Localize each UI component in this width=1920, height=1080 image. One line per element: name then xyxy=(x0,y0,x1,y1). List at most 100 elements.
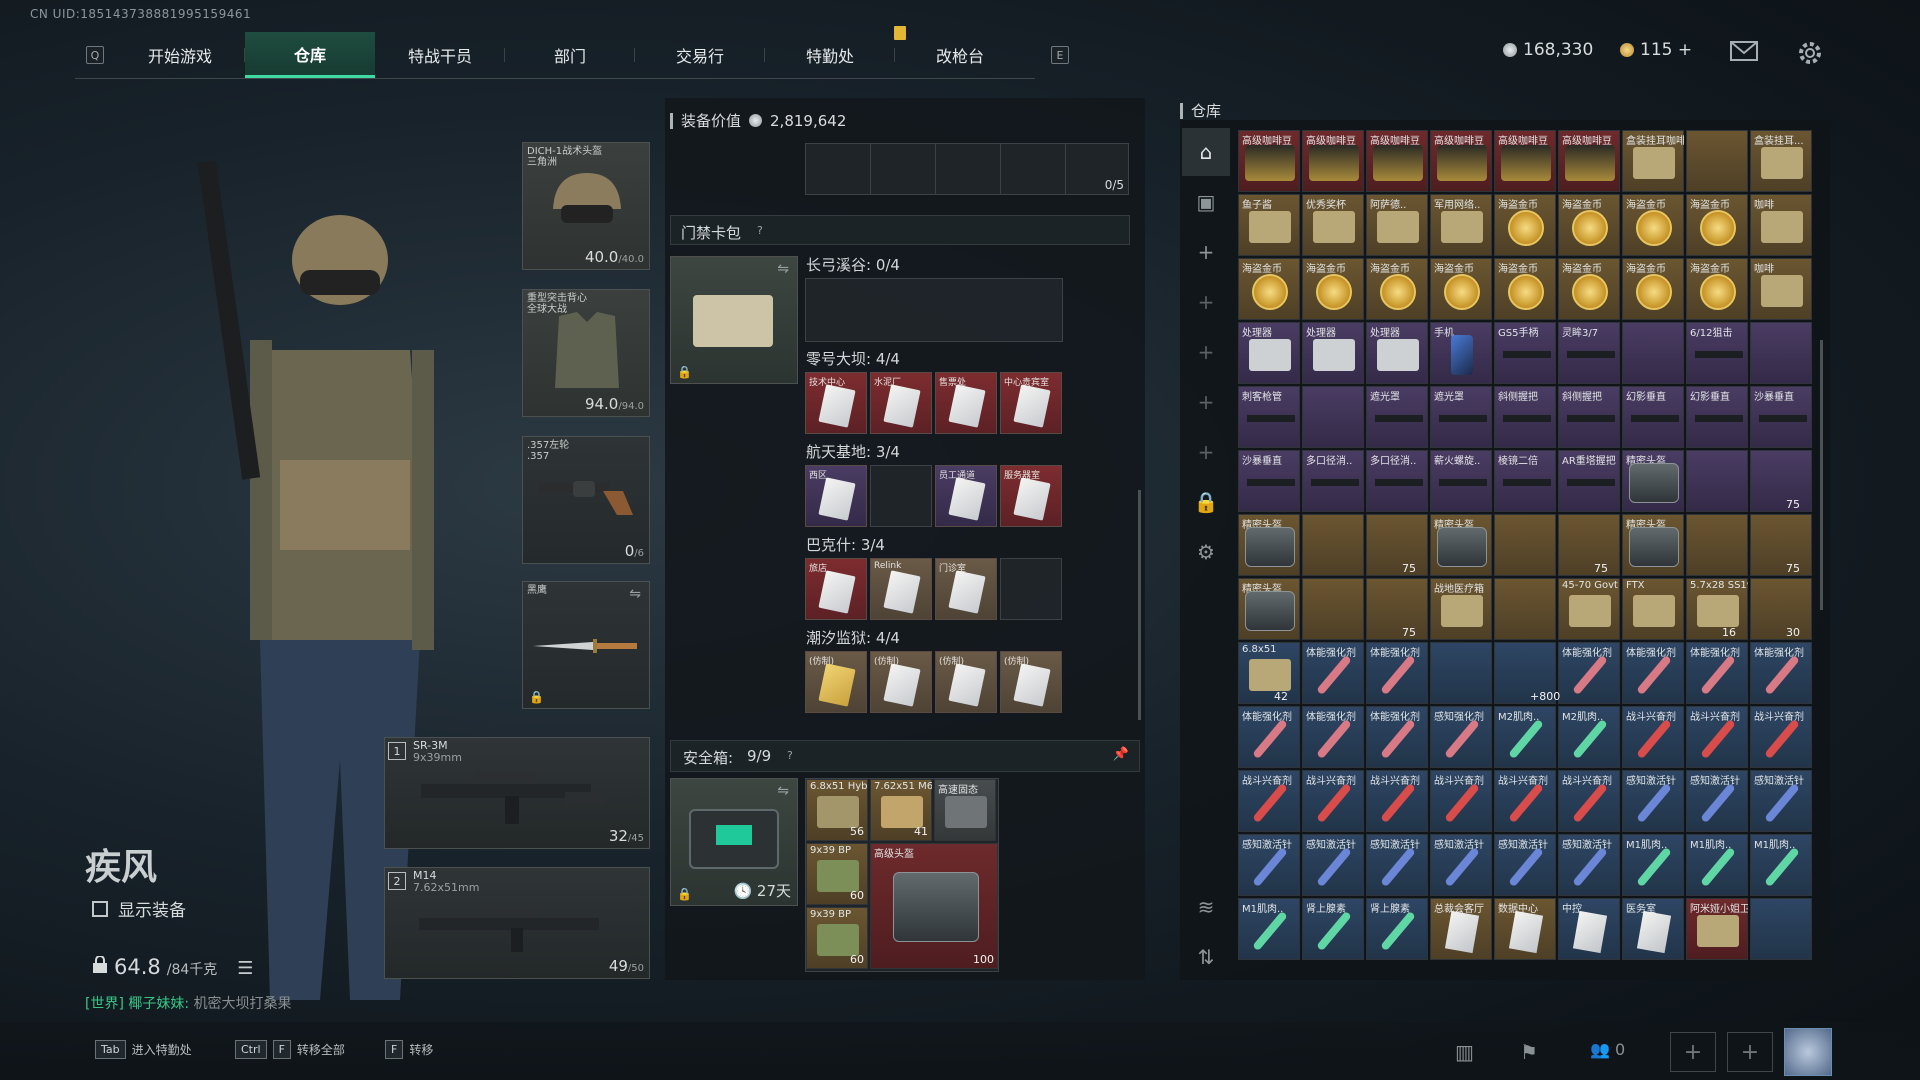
warehouse-item[interactable]: M1肌肉.. xyxy=(1622,834,1684,896)
warehouse-item[interactable] xyxy=(1494,514,1556,576)
mid-scrollbar[interactable] xyxy=(1138,490,1141,720)
warehouse-item[interactable] xyxy=(1750,322,1812,384)
warehouse-item[interactable] xyxy=(1302,578,1364,640)
warehouse-item[interactable]: 优秀奖杯 xyxy=(1302,194,1364,256)
warehouse-item[interactable]: 盒装挂耳咖啡 xyxy=(1622,130,1684,192)
warehouse-item[interactable]: 感知激活针 xyxy=(1366,834,1428,896)
warehouse-item[interactable]: 感知激活针 xyxy=(1622,770,1684,832)
warehouse-item[interactable]: 感知激活针 xyxy=(1302,834,1364,896)
tab-market[interactable]: 交易行 xyxy=(635,32,765,78)
warehouse-item[interactable] xyxy=(1366,514,1428,576)
warehouse-item[interactable] xyxy=(1302,514,1364,576)
warehouse-item[interactable]: 精密头盔 xyxy=(1430,514,1492,576)
warehouse-item[interactable]: 咖啡 xyxy=(1750,258,1812,320)
warehouse-item[interactable] xyxy=(1622,322,1684,384)
warehouse-item[interactable] xyxy=(1366,578,1428,640)
armor-slot[interactable]: 重型突击背心 全球大战 94.0/94.0 xyxy=(522,289,650,417)
pouch-grid[interactable]: 0/5 xyxy=(805,143,1129,195)
warehouse-item[interactable]: 精密头盔 xyxy=(1622,514,1684,576)
warehouse-item[interactable]: 战地医疗箱 xyxy=(1430,578,1492,640)
show-equip-toggle[interactable]: 显示装备 xyxy=(92,896,186,921)
empty-card-slot[interactable] xyxy=(870,465,932,527)
help-icon[interactable]: ? xyxy=(757,224,763,237)
add-page-icon[interactable]: + xyxy=(1182,428,1230,476)
add-page-icon[interactable]: + xyxy=(1182,228,1230,276)
add-page-icon[interactable]: + xyxy=(1182,278,1230,326)
warehouse-item[interactable]: 体能强化剂 xyxy=(1302,706,1364,768)
warehouse-item[interactable]: 军用网络.. xyxy=(1430,194,1492,256)
tab-special-ops[interactable]: 特勤处 xyxy=(765,32,895,78)
tab-start-game[interactable]: 开始游戏 xyxy=(115,32,245,78)
warehouse-item[interactable]: 多口径消.. xyxy=(1302,450,1364,512)
warehouse-item[interactable]: 遮光罩 xyxy=(1366,386,1428,448)
tab-department[interactable]: 部门 xyxy=(505,32,635,78)
warehouse-item[interactable]: 战斗兴奋剂 xyxy=(1558,770,1620,832)
warehouse-item[interactable]: 高级咖啡豆 xyxy=(1558,130,1620,192)
warehouse-item[interactable]: 处理器 xyxy=(1302,322,1364,384)
warehouse-item[interactable]: 海盗金币 xyxy=(1558,194,1620,256)
sort-icon[interactable]: ⇅ xyxy=(1182,933,1230,981)
add-page-icon[interactable]: + xyxy=(1182,378,1230,426)
warehouse-item[interactable]: 体能强化剂 xyxy=(1750,642,1812,704)
warehouse-item[interactable]: 中控 xyxy=(1558,898,1620,960)
warehouse-item[interactable]: 战斗兴奋剂 xyxy=(1750,706,1812,768)
warehouse-item[interactable]: 高级咖啡豆 xyxy=(1302,130,1364,192)
help-icon[interactable]: ? xyxy=(787,749,793,762)
hint-special-ops[interactable]: Tab 进入特勤处 xyxy=(95,1040,192,1059)
warehouse-item[interactable]: 灵眸3/7 xyxy=(1558,322,1620,384)
warehouse-item[interactable]: 体能强化剂 xyxy=(1686,642,1748,704)
backpack-icon[interactable]: ▣ xyxy=(1182,178,1230,226)
warehouse-item[interactable]: 6.8x51 xyxy=(1238,642,1300,704)
warehouse-item[interactable]: 总裁会客厅 xyxy=(1430,898,1492,960)
mail-icon[interactable] xyxy=(1730,40,1758,62)
swap-icon[interactable]: ⇋ xyxy=(777,261,789,277)
warehouse-item[interactable]: 处理器 xyxy=(1366,322,1428,384)
friends-icon[interactable]: 👥 0 xyxy=(1590,1040,1625,1059)
warehouse-item[interactable]: 海盗金币 xyxy=(1366,258,1428,320)
warehouse-item[interactable]: 沙暴垂直 xyxy=(1238,450,1300,512)
warehouse-item[interactable]: 海盗金币 xyxy=(1302,258,1364,320)
safebox-item[interactable]: 6.8x51 Hybrid 56 xyxy=(806,779,868,841)
warehouse-item[interactable]: M1肌肉.. xyxy=(1750,834,1812,896)
warehouse-item[interactable]: M1肌肉.. xyxy=(1686,834,1748,896)
warehouse-item[interactable]: 高级咖啡豆 xyxy=(1494,130,1556,192)
warehouse-item[interactable] xyxy=(1686,450,1748,512)
lock-icon[interactable]: 🔒 xyxy=(1182,478,1230,526)
warehouse-item[interactable]: AR重塔握把 xyxy=(1558,450,1620,512)
warehouse-item[interactable] xyxy=(1302,386,1364,448)
warehouse-item[interactable]: 感知激活针 xyxy=(1430,834,1492,896)
warehouse-item[interactable]: 体能强化剂 xyxy=(1622,642,1684,704)
warehouse-item[interactable]: 棱镜二倍 xyxy=(1494,450,1556,512)
safebox-item[interactable]: 高级头盔 100 xyxy=(870,843,998,969)
warehouse-item[interactable]: 感知激活针 xyxy=(1750,770,1812,832)
keycard[interactable]: 售票处 xyxy=(935,372,997,434)
warehouse-item[interactable] xyxy=(1750,578,1812,640)
swap-icon[interactable]: ⇋ xyxy=(777,783,789,799)
flag-icon[interactable]: ⚑ xyxy=(1520,1040,1538,1064)
safebox-item[interactable]: 9x39 BP 60 xyxy=(806,843,868,905)
stats-icon[interactable]: ▥ xyxy=(1455,1040,1474,1064)
warehouse-item[interactable]: 高级咖啡豆 xyxy=(1430,130,1492,192)
warehouse-item[interactable]: 咖啡 xyxy=(1750,194,1812,256)
warehouse-item[interactable]: 斜侧握把 xyxy=(1558,386,1620,448)
safebox-item[interactable]: 9x39 BP 60 xyxy=(806,907,868,969)
layers-icon[interactable]: ≋ xyxy=(1182,883,1230,931)
keycard[interactable]: 技术中心 xyxy=(805,372,867,434)
add-slot-icon[interactable]: + xyxy=(1670,1032,1716,1072)
keycard[interactable]: (仿制) xyxy=(1000,651,1062,713)
warehouse-item[interactable]: 遮光罩 xyxy=(1430,386,1492,448)
keycard[interactable]: 员工通道 xyxy=(935,465,997,527)
gold-currency[interactable]: 115 + xyxy=(1620,40,1692,60)
safebox-item[interactable]: 高速固态 xyxy=(934,779,996,841)
warehouse-item[interactable]: 多口径消.. xyxy=(1366,450,1428,512)
keycard[interactable]: (仿制) xyxy=(870,651,932,713)
key-e-hint[interactable]: E xyxy=(1051,46,1069,64)
warehouse-home-icon[interactable]: ⌂ xyxy=(1182,128,1230,176)
warehouse-item[interactable]: 体能强化剂 xyxy=(1366,706,1428,768)
primary-weapon-slot[interactable]: 1 SR-3M 9x39mm 32/45 xyxy=(384,737,650,849)
warehouse-item[interactable] xyxy=(1686,514,1748,576)
checkbox[interactable] xyxy=(92,900,108,917)
pin-icon[interactable]: 📌 xyxy=(1113,747,1129,762)
gear-icon[interactable] xyxy=(1797,40,1823,64)
warehouse-scrollbar[interactable] xyxy=(1820,340,1823,610)
